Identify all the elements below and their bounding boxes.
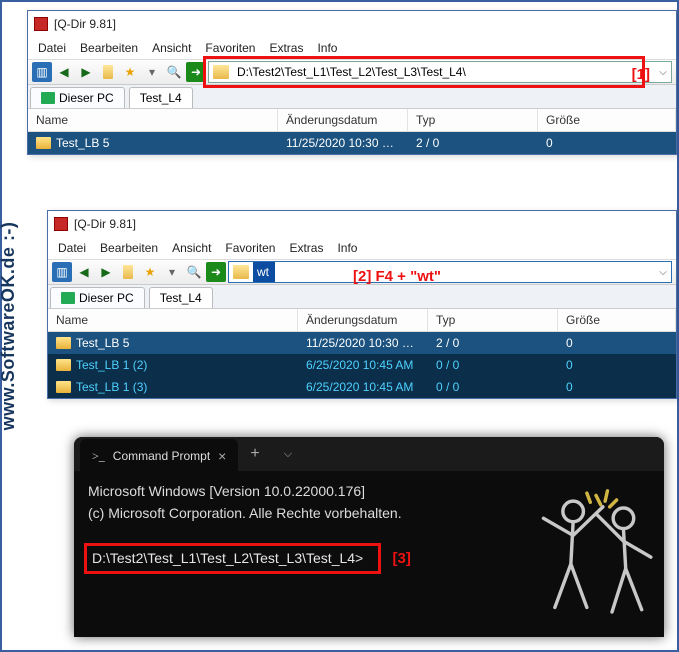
table-row[interactable]: Test_LB 5 11/25/2020 10:30 … 2 / 0 0 bbox=[28, 132, 676, 154]
more-icon[interactable]: ▾ bbox=[142, 62, 162, 82]
col-name[interactable]: Name bbox=[48, 309, 298, 331]
col-typ[interactable]: Typ bbox=[428, 309, 558, 331]
terminal-tab-label: Command Prompt bbox=[113, 449, 210, 463]
terminal-tabbar: >_ Command Prompt × + ⌵ bbox=[74, 437, 664, 471]
search-icon[interactable]: 🔍 bbox=[164, 62, 184, 82]
go-button[interactable]: ➜ bbox=[186, 62, 206, 82]
more-icon[interactable]: ▾ bbox=[162, 262, 182, 282]
terminal-prompt: D:\Test2\Test_L1\Test_L2\Test_L3\Test_L4… bbox=[92, 550, 363, 566]
terminal-icon: >_ bbox=[92, 449, 105, 464]
address-input[interactable] bbox=[233, 62, 655, 82]
side-watermark: www.SoftwareOK.de :-) bbox=[0, 222, 19, 431]
chevron-down-icon[interactable]: ⌵ bbox=[655, 62, 671, 82]
forward-button[interactable]: ▶ bbox=[76, 62, 96, 82]
tab-strip: Dieser PC Test_L4 bbox=[48, 285, 676, 309]
col-typ[interactable]: Typ bbox=[408, 109, 538, 131]
col-size[interactable]: Größe bbox=[558, 309, 676, 331]
menu-extras[interactable]: Extras bbox=[283, 239, 329, 257]
terminal-line: (c) Microsoft Corporation. Alle Rechte v… bbox=[88, 505, 402, 521]
col-name[interactable]: Name bbox=[28, 109, 278, 131]
folder-icon bbox=[56, 359, 71, 371]
menu-favoriten[interactable]: Favoriten bbox=[219, 239, 281, 257]
tab-test-l4[interactable]: Test_L4 bbox=[149, 287, 213, 308]
forward-button[interactable]: ▶ bbox=[96, 262, 116, 282]
menu-bearbeiten[interactable]: Bearbeiten bbox=[94, 239, 164, 257]
window-title: [Q-Dir 9.81] bbox=[54, 17, 116, 31]
tab-dieser-pc[interactable]: Dieser PC bbox=[50, 287, 145, 308]
qdir-window-2: [Q-Dir 9.81] Datei Bearbeiten Ansicht Fa… bbox=[47, 210, 677, 399]
menubar: Datei Bearbeiten Ansicht Favoriten Extra… bbox=[48, 237, 676, 259]
col-date[interactable]: Änderungsdatum bbox=[298, 309, 428, 331]
address-bar[interactable]: ⌵ bbox=[228, 261, 672, 283]
pc-icon bbox=[61, 292, 75, 304]
menubar: Datei Bearbeiten Ansicht Favoriten Extra… bbox=[28, 37, 676, 59]
terminal-body[interactable]: Microsoft Windows [Version 10.0.22000.17… bbox=[74, 471, 664, 581]
menu-datei[interactable]: Datei bbox=[52, 239, 92, 257]
address-input[interactable] bbox=[253, 262, 275, 282]
column-headers: Name Änderungsdatum Typ Größe bbox=[48, 309, 676, 332]
folder-icon[interactable] bbox=[118, 262, 138, 282]
back-button[interactable]: ◀ bbox=[54, 62, 74, 82]
layout-icon[interactable]: ▥ bbox=[52, 262, 72, 282]
menu-ansicht[interactable]: Ansicht bbox=[166, 239, 217, 257]
folder-icon bbox=[56, 337, 71, 349]
titlebar[interactable]: [Q-Dir 9.81] bbox=[28, 11, 676, 37]
app-icon bbox=[34, 17, 48, 31]
menu-bearbeiten[interactable]: Bearbeiten bbox=[74, 39, 144, 57]
col-date[interactable]: Änderungsdatum bbox=[278, 109, 408, 131]
folder-icon bbox=[36, 137, 51, 149]
annotation-3: [3] bbox=[393, 550, 411, 567]
window-title: [Q-Dir 9.81] bbox=[74, 217, 136, 231]
pc-icon bbox=[41, 92, 55, 104]
terminal-window: >_ Command Prompt × + ⌵ Microsoft Window… bbox=[74, 437, 664, 637]
search-icon[interactable]: 🔍 bbox=[184, 262, 204, 282]
tab-dieser-pc[interactable]: Dieser PC bbox=[30, 87, 125, 108]
titlebar[interactable]: [Q-Dir 9.81] bbox=[48, 211, 676, 237]
new-tab-button[interactable]: + bbox=[238, 445, 271, 463]
table-row[interactable]: Test_LB 5 11/25/2020 10:30 …2 / 00 bbox=[48, 332, 676, 354]
chevron-down-icon[interactable]: ⌵ bbox=[655, 262, 671, 282]
go-button[interactable]: ➜ bbox=[206, 262, 226, 282]
app-icon bbox=[54, 217, 68, 231]
folder-icon[interactable] bbox=[98, 62, 118, 82]
close-icon[interactable]: × bbox=[218, 448, 226, 464]
folder-icon bbox=[213, 65, 229, 79]
col-size[interactable]: Größe bbox=[538, 109, 676, 131]
layout-icon[interactable]: ▥ bbox=[32, 62, 52, 82]
column-headers: Name Änderungsdatum Typ Größe bbox=[28, 109, 676, 132]
tab-strip: Dieser PC Test_L4 bbox=[28, 85, 676, 109]
file-list: Test_LB 5 11/25/2020 10:30 … 2 / 0 0 bbox=[28, 132, 676, 154]
favorite-icon[interactable]: ★ bbox=[140, 262, 160, 282]
tab-test-l4[interactable]: Test_L4 bbox=[129, 87, 193, 108]
menu-info[interactable]: Info bbox=[331, 239, 363, 257]
menu-ansicht[interactable]: Ansicht bbox=[146, 39, 197, 57]
folder-icon bbox=[233, 265, 249, 279]
address-bar[interactable]: ⌵ bbox=[208, 61, 672, 83]
toolbar: ▥ ◀ ▶ ★ ▾ 🔍 ➜ ⌵ bbox=[28, 59, 676, 85]
file-list: Test_LB 5 11/25/2020 10:30 …2 / 00 Test_… bbox=[48, 332, 676, 398]
annotation-1: [1] bbox=[632, 66, 650, 83]
menu-datei[interactable]: Datei bbox=[32, 39, 72, 57]
favorite-icon[interactable]: ★ bbox=[120, 62, 140, 82]
table-row[interactable]: Test_LB 1 (2) 6/25/2020 10:45 AM0 / 00 bbox=[48, 354, 676, 376]
annotation-2: [2] F4 + "wt" bbox=[353, 268, 441, 285]
terminal-tab[interactable]: >_ Command Prompt × bbox=[80, 439, 238, 473]
menu-favoriten[interactable]: Favoriten bbox=[199, 39, 261, 57]
back-button[interactable]: ◀ bbox=[74, 262, 94, 282]
terminal-line: Microsoft Windows [Version 10.0.22000.17… bbox=[88, 483, 365, 499]
qdir-window-1: [Q-Dir 9.81] Datei Bearbeiten Ansicht Fa… bbox=[27, 10, 677, 155]
chevron-down-icon[interactable]: ⌵ bbox=[272, 448, 304, 461]
table-row[interactable]: Test_LB 1 (3) 6/25/2020 10:45 AM0 / 00 bbox=[48, 376, 676, 398]
folder-icon bbox=[56, 381, 71, 393]
menu-info[interactable]: Info bbox=[311, 39, 343, 57]
menu-extras[interactable]: Extras bbox=[263, 39, 309, 57]
